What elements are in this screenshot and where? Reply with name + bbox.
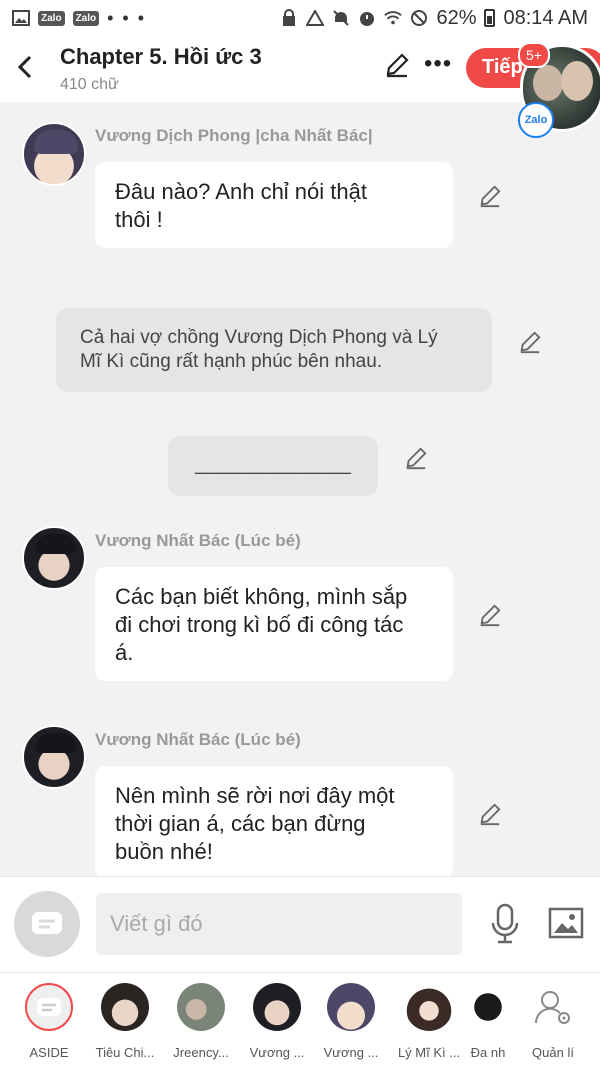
character-name: Vương ...: [323, 1045, 379, 1060]
message-line: buồn nhé!: [115, 839, 213, 864]
composer-bar: [0, 876, 600, 972]
more-notifications-icon: • • •: [107, 7, 147, 28]
sender-name: Vương Nhất Bác (Lúc bé): [95, 730, 301, 749]
alarm-icon: [358, 9, 376, 27]
zalo-notification-icon: Zalo: [72, 10, 100, 26]
character-name: Quản lí: [532, 1045, 574, 1060]
character-name: Lý Mĩ Kì ...: [397, 1045, 461, 1060]
divider-bubble[interactable]: ______________: [168, 436, 378, 496]
lock-icon: [280, 9, 298, 27]
message-input[interactable]: [96, 893, 462, 955]
avatar: [405, 983, 453, 1031]
zalo-app-icon[interactable]: Zalo: [518, 102, 554, 138]
avatar[interactable]: [22, 122, 86, 186]
avatar: [253, 983, 301, 1031]
aside-icon: [25, 983, 73, 1031]
edit-message-button[interactable]: [518, 330, 544, 356]
microphone-icon: [491, 903, 519, 944]
avatar: [101, 983, 149, 1031]
edit-chapter-button[interactable]: [384, 52, 412, 80]
edit-message-button[interactable]: [478, 802, 504, 828]
pencil-icon: [406, 447, 427, 470]
pencil-icon: [520, 331, 541, 354]
avatar: [177, 983, 225, 1031]
character-name: Đa nh: [470, 1045, 506, 1060]
pencil-icon: [386, 53, 409, 78]
pencil-icon: [480, 604, 501, 627]
back-button[interactable]: [12, 50, 38, 84]
pencil-icon: [480, 803, 501, 826]
character-item[interactable]: Tiêu Chi...: [90, 983, 160, 1060]
narration-line: Cả hai vợ chồng Vương Dịch Phong và Lý: [80, 327, 438, 348]
message-line: Đâu nào? Anh chỉ nói thật: [115, 179, 367, 204]
edit-message-button[interactable]: [478, 603, 504, 629]
pencil-icon: [480, 185, 501, 208]
message-bubble[interactable]: Đâu nào? Anh chỉ nói thật thôi !: [95, 162, 453, 248]
manage-user-icon: [529, 983, 577, 1031]
character-name: Jreency...: [173, 1045, 229, 1060]
insert-image-button[interactable]: [548, 907, 584, 939]
message-box-icon: [32, 912, 62, 934]
battery-icon: [484, 9, 496, 27]
narration-bubble[interactable]: Cả hai vợ chồng Vương Dịch Phong và Lý M…: [56, 308, 492, 392]
image-icon: [548, 907, 584, 939]
chapter-title[interactable]: Chapter 5. Hồi ức 3: [60, 44, 262, 70]
divider-text: ______________: [195, 453, 351, 475]
avatar: [464, 983, 512, 1031]
sender-name: Vương Nhất Bác (Lúc bé): [95, 531, 301, 550]
character-name: Tiêu Chi...: [95, 1045, 155, 1060]
aside-toggle-button[interactable]: [14, 891, 80, 957]
character-item[interactable]: Vương ...: [316, 983, 386, 1060]
battery-percent: 62%: [436, 6, 477, 29]
clock: 08:14 AM: [503, 6, 588, 29]
character-item[interactable]: Jreency...: [166, 983, 236, 1060]
character-item[interactable]: Lý Mĩ Kì ...: [394, 983, 464, 1060]
mute-icon: [332, 9, 350, 27]
message-line: thời gian á, các bạn đừng: [115, 811, 366, 836]
sender-name: Vương Dịch Phong |cha Nhất Bác|: [95, 126, 373, 145]
word-count: 410 chữ: [60, 76, 119, 93]
message-line: đi chơi trong kì bố đi công tác: [115, 612, 404, 637]
message-line: Nên mình sẽ rời nơi đây một: [115, 783, 395, 808]
do-not-disturb-icon: [410, 9, 428, 27]
chapter-header: Chapter 5. Hồi ức 3 410 chữ ••• Tiếp: [0, 36, 600, 102]
avatar: [327, 983, 375, 1031]
microphone-button[interactable]: [488, 903, 522, 945]
gallery-icon: [12, 9, 30, 27]
message-bubble[interactable]: Các bạn biết không, mình sắp đi chơi tro…: [95, 567, 453, 681]
zalo-notification-icon: Zalo: [38, 10, 65, 26]
edit-message-button[interactable]: [404, 446, 430, 472]
avatar[interactable]: [22, 725, 86, 789]
warning-icon: [306, 9, 325, 27]
notification-badge: 5+: [518, 42, 550, 68]
character-item[interactable]: Vương ...: [242, 983, 312, 1060]
character-name: Vương ...: [249, 1045, 305, 1060]
character-selector: ASIDE Tiêu Chi... Jreency... Vương ... V…: [0, 972, 600, 1067]
character-name: ASIDE: [29, 1045, 69, 1060]
message-line: Các bạn biết không, mình sắp: [115, 584, 408, 609]
wifi-icon: [384, 9, 403, 27]
manage-characters-button[interactable]: Quản lí: [518, 983, 588, 1060]
character-item[interactable]: Đa nh: [458, 983, 518, 1060]
more-options-button[interactable]: •••: [424, 50, 452, 78]
chevron-left-icon: [17, 55, 32, 79]
character-item-aside[interactable]: ASIDE: [14, 983, 84, 1060]
avatar[interactable]: [22, 526, 86, 590]
message-line: thôi !: [115, 207, 163, 232]
status-bar: Zalo Zalo • • • 62% 08:14 AM: [0, 0, 600, 36]
message-line: á.: [115, 640, 134, 665]
narration-line: Mĩ Kì cũng rất hạnh phúc bên nhau.: [80, 351, 383, 372]
edit-message-button[interactable]: [478, 184, 504, 210]
message-bubble[interactable]: Nên mình sẽ rời nơi đây một thời gian á,…: [95, 766, 453, 878]
